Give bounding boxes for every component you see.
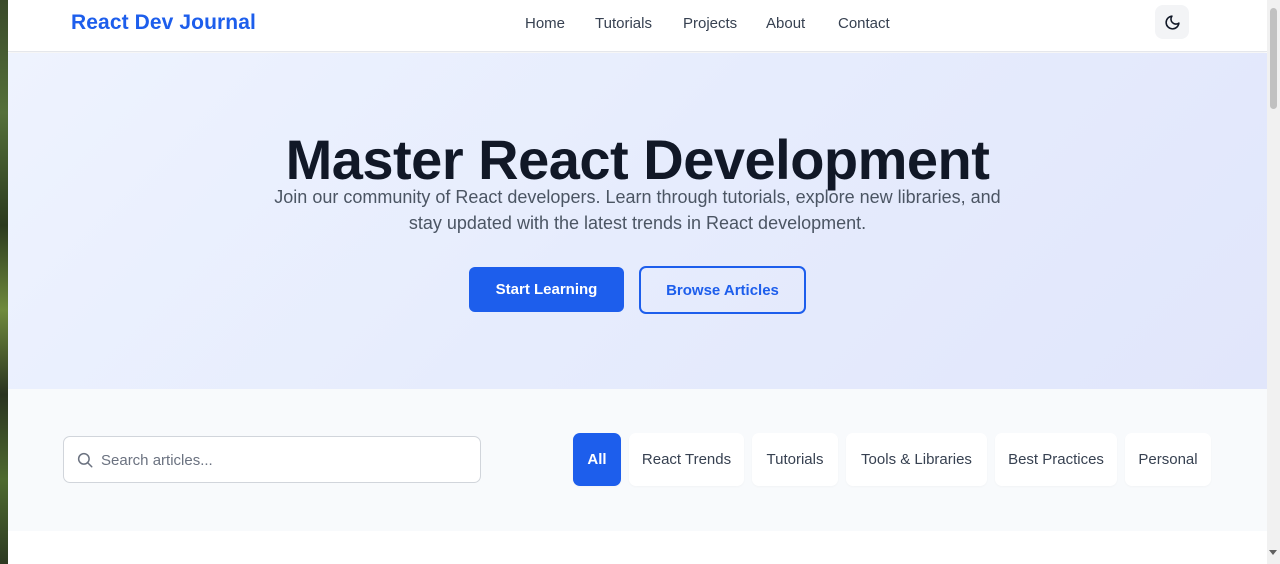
- filter-bar: All React Trends Tutorials Tools & Libra…: [8, 389, 1267, 531]
- desktop-background-strip: [0, 0, 8, 564]
- category-chip-react-trends[interactable]: React Trends: [629, 433, 744, 486]
- hero-title: Master React Development: [285, 128, 990, 191]
- browser-viewport: React Dev Journal Home Tutorials Project…: [8, 0, 1267, 564]
- nav-contact[interactable]: Contact: [838, 15, 890, 32]
- search-box: [63, 436, 481, 483]
- nav-home[interactable]: Home: [525, 15, 565, 32]
- scrollbar-thumb[interactable]: [1270, 8, 1277, 109]
- search-icon: [77, 452, 93, 468]
- category-chip-tools-libraries[interactable]: Tools & Libraries: [846, 433, 987, 486]
- browse-articles-button[interactable]: Browse Articles: [639, 266, 806, 314]
- nav-tutorials[interactable]: Tutorials: [595, 15, 652, 32]
- category-chip-best-practices[interactable]: Best Practices: [995, 433, 1117, 486]
- site-logo[interactable]: React Dev Journal: [71, 11, 256, 35]
- hero-subtitle: Join our community of React developers. …: [274, 187, 1001, 233]
- search-input[interactable]: [101, 445, 461, 475]
- start-learning-button[interactable]: Start Learning: [469, 267, 624, 312]
- category-chip-personal[interactable]: Personal: [1125, 433, 1211, 486]
- category-chip-all[interactable]: All: [573, 433, 621, 486]
- hero-section: Master React Development Join our commun…: [8, 53, 1267, 389]
- nav-about[interactable]: About: [766, 15, 805, 32]
- scroll-down-arrow-icon[interactable]: [1269, 550, 1277, 555]
- content-area: [8, 531, 1267, 564]
- site-header: React Dev Journal Home Tutorials Project…: [8, 0, 1267, 52]
- page-scrollbar[interactable]: [1267, 0, 1280, 564]
- theme-toggle-button[interactable]: [1155, 5, 1189, 39]
- moon-icon: [1164, 14, 1180, 30]
- nav-projects[interactable]: Projects: [683, 15, 737, 32]
- category-chip-tutorials[interactable]: Tutorials: [752, 433, 838, 486]
